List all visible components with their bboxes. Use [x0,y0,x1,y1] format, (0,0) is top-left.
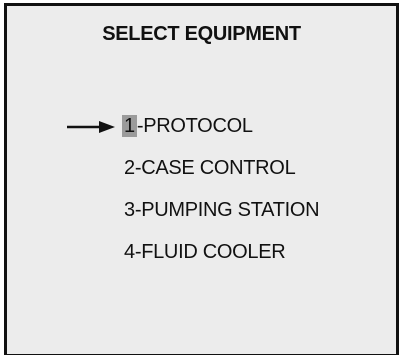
menu-item-pumping-station[interactable]: 3-PUMPING STATION [124,193,320,235]
menu-item-label: -FLUID COOLER [134,241,286,263]
menu-item-label: -CASE CONTROL [134,157,296,179]
menu-item-label: -PUMPING STATION [134,199,320,221]
menu-item-protocol[interactable]: 1 -PROTOCOL [67,109,319,151]
menu-item-number: 3 [124,199,135,221]
equipment-menu: 1 -PROTOCOL 2-CASE CONTROL 3-PUMPING STAT… [67,109,320,277]
menu-item-label: -PROTOCOL [136,115,253,137]
equipment-select-screen: SELECT EQUIPMENT 1 -PROTOCOL 2-CASE CONTR… [4,3,399,355]
menu-item-case-control[interactable]: 2-CASE CONTROL [124,151,319,193]
menu-item-number: 2 [124,157,135,179]
menu-item-number: 4 [124,241,135,263]
right-arrow-icon [67,121,115,133]
menu-item-fluid-cooler[interactable]: 4-FLUID COOLER [124,235,319,277]
menu-item-number: 1 [122,115,137,137]
screen-title: SELECT EQUIPMENT [102,23,301,45]
